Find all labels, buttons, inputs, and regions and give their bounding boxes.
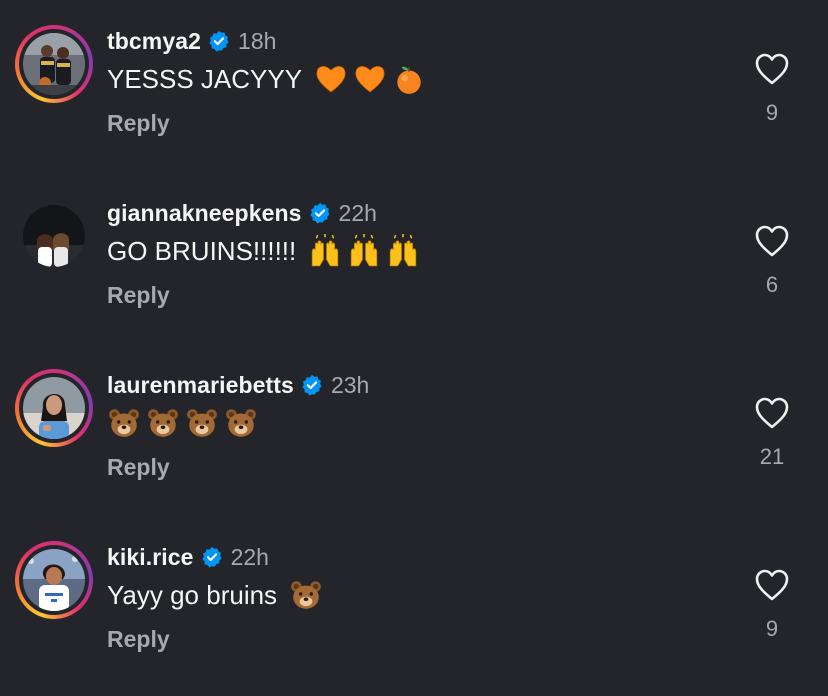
- comment-text: GO BRUINS!!!!!!: [107, 234, 425, 268]
- comments-list: tbcmya2 18h YESSS JACYYY Reply 9 giannak…: [0, 0, 828, 696]
- like-count: 9: [765, 616, 779, 641]
- verified-badge-icon: [201, 546, 223, 568]
- verified-badge-icon: [309, 202, 331, 224]
- avatar: [23, 33, 85, 95]
- orange-heart-icon: [353, 62, 387, 96]
- reply-button[interactable]: Reply: [107, 454, 170, 481]
- emoji-row: [314, 62, 431, 96]
- username[interactable]: laurenmariebetts: [107, 372, 294, 399]
- emoji-row: [289, 578, 328, 612]
- username[interactable]: tbcmya2: [107, 28, 201, 55]
- username[interactable]: giannakneepkens: [107, 200, 302, 227]
- avatar-story-ring[interactable]: [15, 25, 93, 103]
- bear-face-icon: [107, 406, 141, 440]
- bear-face-icon: [146, 406, 180, 440]
- comment-item: kiki.rice 22h Yayy go bruins Reply 9: [0, 516, 828, 688]
- comment-text: Yayy go bruins: [107, 578, 328, 612]
- comment-body: Yayy go bruins: [107, 579, 278, 610]
- like-count: 6: [765, 272, 779, 297]
- comment-body: YESSS JACYYY: [107, 63, 303, 94]
- reply-button[interactable]: Reply: [107, 110, 170, 137]
- verified-badge-icon: [301, 374, 323, 396]
- avatar-container[interactable]: [15, 197, 93, 275]
- bear-face-icon: [289, 578, 323, 612]
- emoji-row: [107, 406, 263, 440]
- reply-button[interactable]: Reply: [107, 282, 170, 309]
- timestamp: 23h: [330, 371, 370, 398]
- comment-item: laurenmariebetts 23h Reply 21: [0, 344, 828, 516]
- heart-icon[interactable]: [754, 568, 790, 602]
- orange-heart-icon: [314, 62, 348, 96]
- avatar: [23, 549, 85, 611]
- bear-face-icon: [185, 406, 219, 440]
- comment-item: giannakneepkens 22h GO BRUINS!!!!!! Repl…: [0, 172, 828, 344]
- comment-text: [107, 406, 263, 440]
- comment-item: tbcmya2 18h YESSS JACYYY Reply 9: [0, 0, 828, 172]
- avatar-story-ring[interactable]: [15, 541, 93, 619]
- reply-button[interactable]: Reply: [107, 626, 170, 653]
- bear-face-icon: [224, 406, 258, 440]
- comment-body: GO BRUINS!!!!!!: [107, 235, 297, 266]
- heart-icon[interactable]: [754, 396, 790, 430]
- verified-badge-icon: [208, 30, 230, 52]
- comment-text: YESSS JACYYY: [107, 62, 431, 96]
- heart-icon[interactable]: [754, 52, 790, 86]
- timestamp: 18h: [238, 27, 277, 54]
- avatar: [23, 377, 85, 439]
- avatar-story-ring[interactable]: [15, 369, 93, 447]
- timestamp: 22h: [230, 543, 269, 570]
- raising-hands-icon: [386, 234, 420, 268]
- raising-hands-icon: [347, 234, 381, 268]
- emoji-row: [308, 234, 425, 268]
- like-count: 9: [765, 100, 779, 125]
- username[interactable]: kiki.rice: [107, 544, 194, 571]
- heart-icon[interactable]: [754, 224, 790, 258]
- avatar: [23, 205, 85, 267]
- timestamp: 22h: [338, 199, 377, 226]
- raising-hands-icon: [308, 234, 342, 268]
- like-count: 21: [759, 444, 785, 469]
- tangerine-icon: [392, 62, 426, 96]
